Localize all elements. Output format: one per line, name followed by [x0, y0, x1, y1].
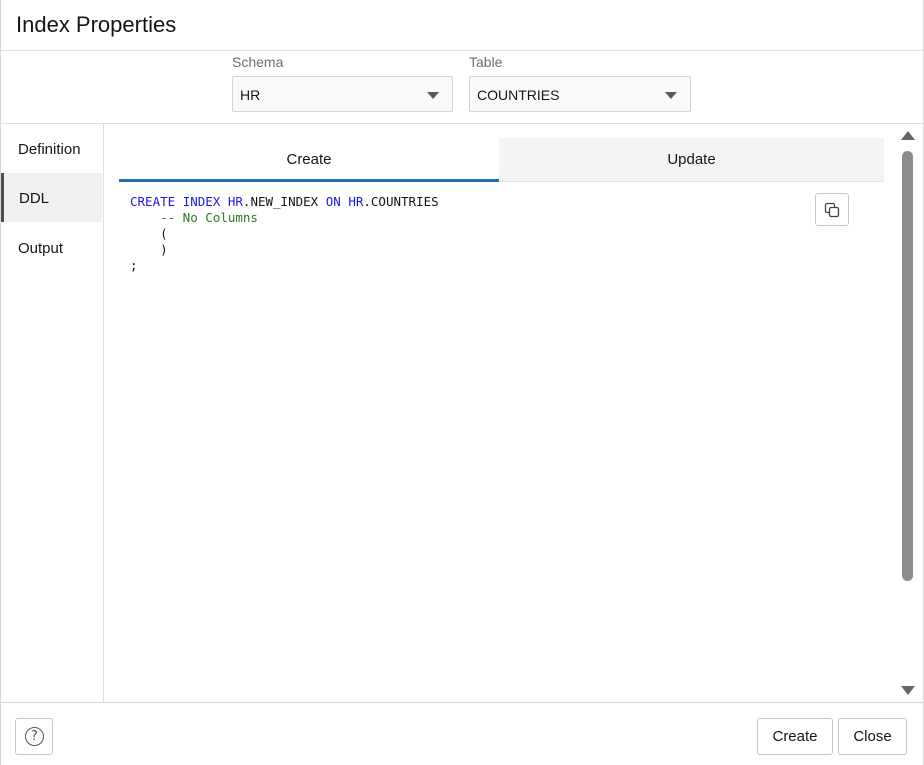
code-line-3: (	[130, 226, 168, 241]
scroll-thumb[interactable]	[902, 151, 913, 581]
close-button[interactable]: Close	[838, 718, 907, 755]
tab-update[interactable]: Update	[499, 138, 884, 182]
nav-item-ddl[interactable]: DDL	[1, 173, 102, 222]
scroll-down-arrow-icon[interactable]	[901, 686, 915, 695]
code-line-4: )	[130, 242, 168, 257]
copy-icon	[824, 202, 840, 218]
code-line-1: CREATE INDEX HR.NEW_INDEX ON HR.COUNTRIE…	[130, 194, 439, 209]
schema-value: HR	[240, 87, 261, 103]
selector-row: Schema HR Table COUNTRIES	[1, 51, 923, 124]
nav-item-label: Output	[18, 240, 64, 257]
chevron-down-icon	[427, 92, 439, 99]
nav-item-label: Definition	[18, 141, 81, 158]
table-value: COUNTRIES	[477, 87, 560, 103]
create-button[interactable]: Create	[757, 718, 833, 755]
table-label: Table	[469, 54, 503, 70]
side-navigation: Definition DDL Output	[1, 124, 103, 702]
schema-name: HR	[348, 194, 364, 209]
code-line-2: -- No Columns	[130, 210, 258, 225]
scroll-up-arrow-icon[interactable]	[901, 131, 915, 140]
vertical-scrollbar[interactable]	[899, 124, 917, 702]
dialog-title: Index Properties	[16, 12, 177, 37]
keyword: ON	[325, 194, 341, 209]
table-name: .COUNTRIES	[363, 194, 439, 209]
ddl-code-editor[interactable]: CREATE INDEX HR.NEW_INDEX ON HR.COUNTRIE…	[130, 194, 439, 274]
schema-label: Schema	[232, 54, 284, 70]
index-name: .NEW_INDEX	[242, 194, 319, 209]
nav-item-label: DDL	[19, 190, 50, 207]
table-select[interactable]: COUNTRIES	[469, 76, 691, 112]
copy-button[interactable]	[815, 193, 849, 226]
schema-select[interactable]: HR	[232, 76, 453, 112]
nav-item-definition[interactable]: Definition	[1, 124, 102, 173]
nav-item-output[interactable]: Output	[1, 223, 102, 272]
index-properties-dialog: Index Properties Schema HR Table COUNTRI…	[0, 0, 924, 765]
code-line-5: ;	[130, 258, 138, 273]
ddl-panel: Create Update CREATE INDEX HR.NEW_INDEX …	[103, 124, 900, 702]
keyword: INDEX	[182, 194, 221, 209]
help-icon: ?	[25, 727, 44, 746]
tab-create[interactable]: Create	[119, 138, 499, 182]
schema-name: HR	[227, 194, 243, 209]
help-button[interactable]: ?	[15, 718, 53, 755]
chevron-down-icon	[665, 92, 677, 99]
keyword: CREATE	[130, 194, 176, 209]
ddl-tabs: Create Update	[119, 138, 884, 182]
title-bar: Index Properties	[1, 0, 923, 51]
dialog-footer: ? Create Close	[1, 702, 923, 765]
